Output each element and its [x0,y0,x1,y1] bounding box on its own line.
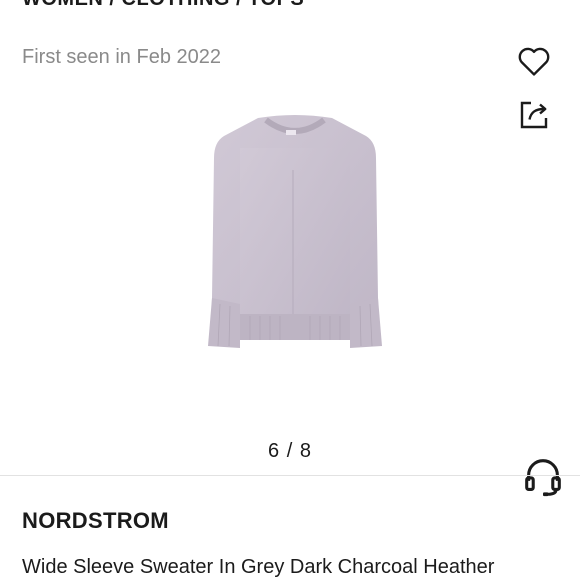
heart-icon[interactable] [515,42,553,80]
section-divider [0,475,580,476]
product-title: Wide Sleeve Sweater In Grey Dark Charcoa… [22,556,495,578]
product-page: WOMEN / CLOTHING / TOPS First seen in Fe… [0,0,580,580]
breadcrumb[interactable]: WOMEN / CLOTHING / TOPS [22,0,304,11]
headset-icon[interactable] [520,453,566,501]
brand-name[interactable]: NORDSTROM [22,508,169,534]
share-icon[interactable] [516,97,552,133]
first-seen-date: First seen in Feb 2022 [22,46,221,68]
gallery-counter: 6 / 8 [268,440,312,462]
sweater-image[interactable] [200,108,390,408]
